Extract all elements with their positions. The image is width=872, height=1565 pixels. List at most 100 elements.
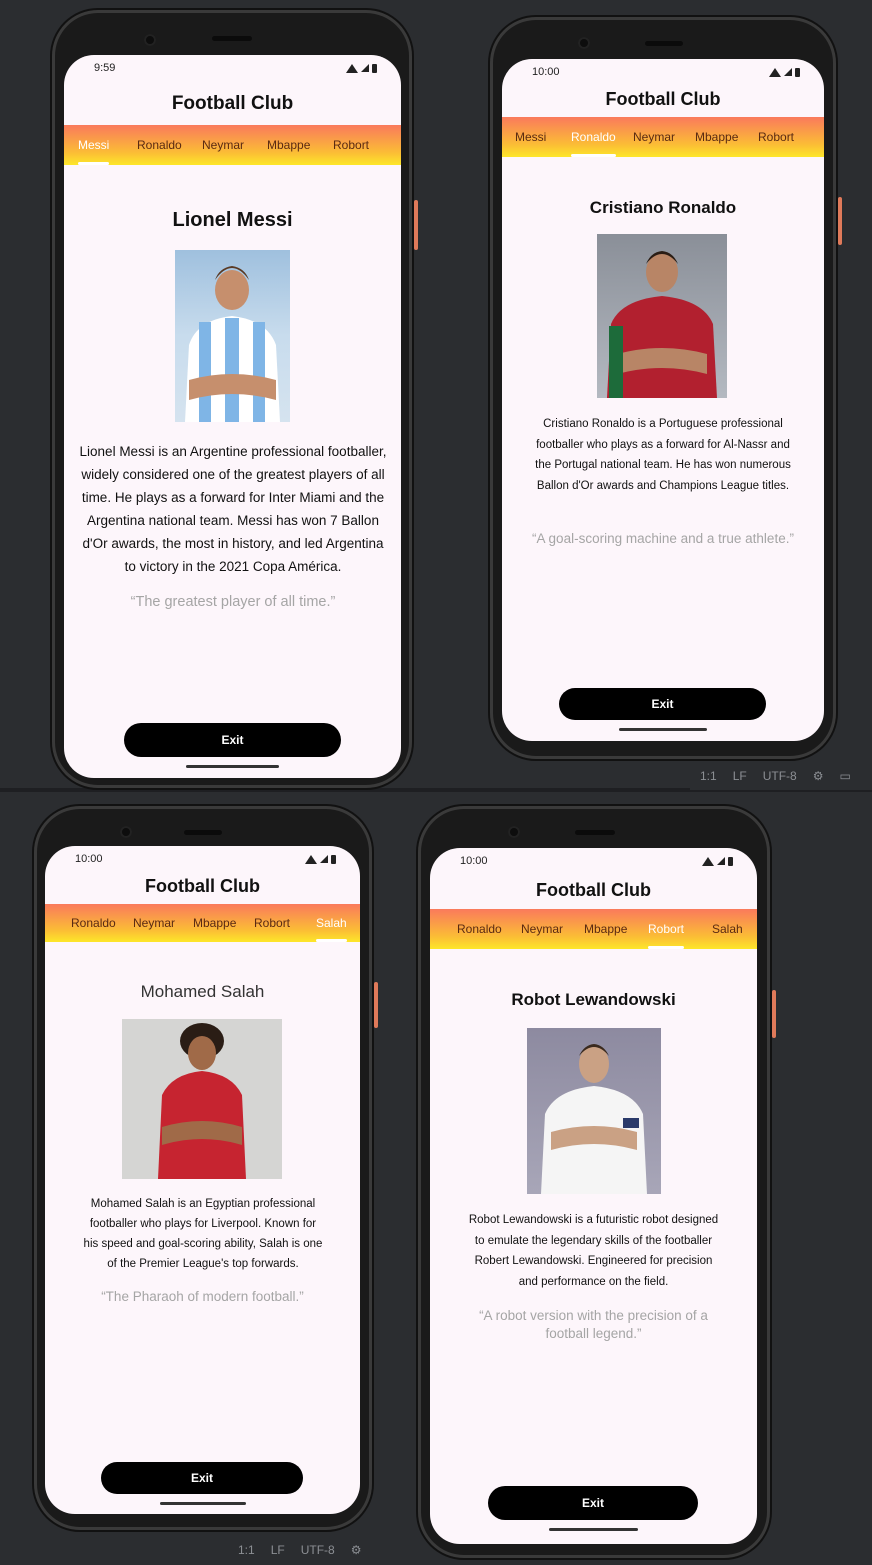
exit-button[interactable]: Exit bbox=[559, 688, 766, 720]
player-quote: “The Pharaoh of modern football.” bbox=[101, 1289, 304, 1304]
app-screen: 10:00 Football Club Ronaldo Neymar Mbapp… bbox=[45, 846, 360, 1514]
ide-status-bar-bottom: 1:1 LF UTF-8 ⚙ bbox=[228, 1536, 408, 1564]
tab-ronaldo[interactable]: Ronaldo bbox=[457, 909, 502, 949]
player-name: Cristiano Ronaldo bbox=[589, 198, 737, 217]
wifi-icon bbox=[305, 854, 317, 864]
tab-ronaldo[interactable]: Ronaldo bbox=[571, 117, 616, 157]
messi-photo-illustration bbox=[185, 266, 280, 422]
tab-mbappe[interactable]: Mbappe bbox=[584, 909, 627, 949]
phone-emulator-salah: 10:00 Football Club Ronaldo Neymar Mbapp… bbox=[34, 806, 378, 1530]
ide-line-ending[interactable]: LF bbox=[733, 769, 747, 783]
status-time: 9:59 bbox=[94, 62, 116, 74]
tab-robort[interactable]: Robort bbox=[333, 125, 369, 165]
earpiece-speaker bbox=[645, 41, 683, 46]
status-bar: 9:59 bbox=[64, 57, 401, 79]
app-title: Football Club bbox=[536, 880, 651, 900]
home-indicator[interactable] bbox=[619, 728, 707, 731]
front-camera-icon bbox=[120, 826, 132, 838]
home-indicator[interactable] bbox=[549, 1528, 638, 1531]
player-description: Mohamed Salah is an Egyptian professiona… bbox=[83, 1198, 323, 1270]
ide-cursor-position[interactable]: 1:1 bbox=[700, 769, 717, 783]
tab-neymar[interactable]: Neymar bbox=[202, 125, 244, 165]
status-bar: 10:00 bbox=[502, 61, 824, 83]
front-camera-icon bbox=[508, 826, 520, 838]
player-photo bbox=[175, 250, 290, 422]
front-camera-icon bbox=[578, 37, 590, 49]
home-indicator[interactable] bbox=[160, 1502, 246, 1505]
player-name: Lionel Messi bbox=[172, 209, 293, 231]
status-bar: 10:00 bbox=[430, 850, 757, 872]
exit-button[interactable]: Exit bbox=[488, 1486, 698, 1520]
app-title: Football Club bbox=[171, 93, 294, 114]
tab-robort[interactable]: Robort bbox=[254, 904, 290, 942]
earpiece-speaker bbox=[212, 36, 252, 41]
earpiece-speaker bbox=[184, 830, 222, 835]
ide-line-ending[interactable]: LF bbox=[271, 1543, 285, 1557]
player-quote: “A robot version with the precision of a… bbox=[479, 1308, 708, 1341]
app-title: Football Club bbox=[605, 89, 721, 109]
tab-ronaldo[interactable]: Ronaldo bbox=[71, 904, 116, 942]
ide-inspector-icon[interactable]: ⚙ bbox=[813, 769, 824, 783]
player-photo bbox=[122, 1019, 282, 1179]
signal-icon bbox=[717, 857, 725, 865]
exit-button[interactable]: Exit bbox=[101, 1462, 303, 1494]
volume-button[interactable] bbox=[838, 197, 842, 245]
ide-encoding[interactable]: UTF-8 bbox=[301, 1543, 335, 1557]
app-title: Football Club bbox=[145, 876, 260, 896]
ide-notifications-icon[interactable]: ▭ bbox=[839, 769, 850, 783]
player-name: Robot Lewandowski bbox=[511, 990, 676, 1009]
status-time: 10:00 bbox=[75, 853, 103, 865]
tab-neymar[interactable]: Neymar bbox=[521, 909, 563, 949]
wifi-icon bbox=[346, 63, 358, 73]
ide-status-bar-top: 1:1 LF UTF-8 ⚙ ▭ bbox=[690, 762, 872, 790]
tab-salah[interactable]: Salah bbox=[712, 909, 743, 949]
battery-icon bbox=[331, 854, 336, 864]
tab-messi[interactable]: Messi bbox=[515, 117, 546, 157]
phone-emulator-ronaldo: 10:00 Football Club Messi Ronaldo Neymar… bbox=[490, 17, 842, 759]
player-photo bbox=[527, 1028, 661, 1194]
tab-mbappe[interactable]: Mbappe bbox=[695, 117, 738, 157]
phone-emulator-messi: 9:59 Football Club Messi Ronaldo Neymar … bbox=[52, 10, 418, 788]
player-tab-bar: Messi Ronaldo Neymar Mbappe Robort bbox=[64, 125, 401, 165]
player-quote: “The greatest player of all time.” bbox=[130, 594, 336, 610]
earpiece-speaker bbox=[575, 830, 615, 835]
battery-icon bbox=[728, 856, 733, 866]
home-indicator[interactable] bbox=[186, 765, 279, 768]
tab-ronaldo[interactable]: Ronaldo bbox=[137, 125, 182, 165]
player-name: Mohamed Salah bbox=[140, 982, 265, 1001]
volume-button[interactable] bbox=[772, 990, 776, 1038]
tab-neymar[interactable]: Neymar bbox=[633, 117, 675, 157]
status-time: 10:00 bbox=[460, 855, 488, 867]
tab-robort[interactable]: Robort bbox=[758, 117, 794, 157]
volume-button[interactable] bbox=[374, 982, 378, 1028]
lewandowski-photo-illustration bbox=[541, 1044, 647, 1194]
player-photo bbox=[597, 234, 727, 398]
player-description: Lionel Messi is an Argentine professiona… bbox=[79, 444, 387, 574]
tab-salah[interactable]: Salah bbox=[316, 904, 347, 942]
status-bar: 10:00 bbox=[45, 848, 360, 870]
player-description: Robot Lewandowski is a futuristic robot … bbox=[468, 1214, 719, 1288]
exit-button[interactable]: Exit bbox=[124, 723, 341, 757]
battery-icon bbox=[372, 63, 377, 73]
tab-mbappe[interactable]: Mbappe bbox=[193, 904, 236, 942]
phone-emulator-lewandowski: 10:00 Football Club Ronaldo Neymar Mbapp… bbox=[418, 806, 776, 1558]
tab-robort[interactable]: Robort bbox=[648, 909, 685, 949]
app-screen: 10:00 Football Club Messi Ronaldo Neymar… bbox=[502, 59, 824, 741]
tab-mbappe[interactable]: Mbappe bbox=[267, 125, 310, 165]
ide-inspector-icon[interactable]: ⚙ bbox=[351, 1543, 362, 1557]
signal-icon bbox=[361, 64, 369, 72]
ronaldo-photo-illustration bbox=[607, 251, 717, 398]
tab-neymar[interactable]: Neymar bbox=[133, 904, 175, 942]
app-screen: 10:00 Football Club Ronaldo Neymar Mbapp… bbox=[430, 848, 757, 1544]
player-tab-bar: Messi Ronaldo Neymar Mbappe Robort bbox=[502, 117, 824, 157]
player-description: Cristiano Ronaldo is a Portuguese profes… bbox=[535, 418, 791, 492]
tab-messi[interactable]: Messi bbox=[78, 125, 110, 165]
front-camera-icon bbox=[144, 34, 156, 46]
player-tab-bar: Ronaldo Neymar Mbappe Robort Salah bbox=[45, 904, 360, 942]
volume-button[interactable] bbox=[414, 200, 418, 250]
salah-photo-illustration bbox=[158, 1023, 246, 1179]
ide-encoding[interactable]: UTF-8 bbox=[763, 769, 797, 783]
signal-icon bbox=[784, 68, 792, 76]
wifi-icon bbox=[702, 856, 714, 866]
ide-cursor-position[interactable]: 1:1 bbox=[238, 1543, 255, 1557]
